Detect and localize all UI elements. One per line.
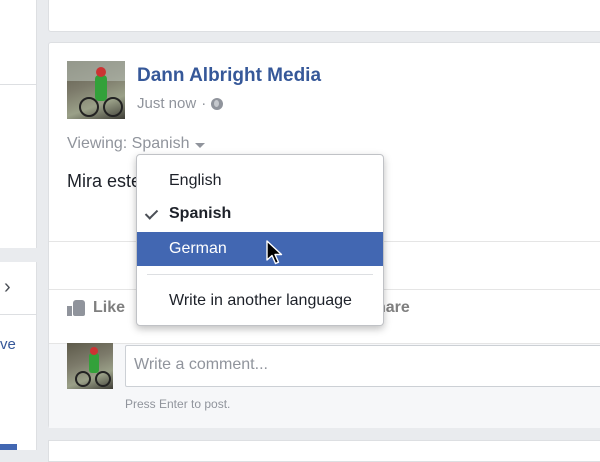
language-dropdown-menu: English Spanish German Write in another … <box>136 154 384 326</box>
menu-separator <box>147 274 373 275</box>
chevron-right-icon[interactable]: › <box>4 276 11 299</box>
viewing-label: Viewing: <box>67 135 128 152</box>
menu-item-english[interactable]: English <box>137 164 383 198</box>
checkmark-icon <box>144 206 159 220</box>
mouse-cursor-icon <box>266 240 283 265</box>
left-card-top <box>0 0 37 248</box>
author-name[interactable]: Dann Albright Media <box>137 65 321 87</box>
meta-separator: · <box>201 95 207 112</box>
left-column: › ve <box>0 0 37 450</box>
author-avatar[interactable] <box>67 61 125 119</box>
menu-item-other-language[interactable]: Write in another language <box>137 284 383 318</box>
like-label: Like <box>93 299 126 316</box>
post-meta: Just now · <box>137 95 224 112</box>
post-text: Mira este video <box>67 171 139 191</box>
truncated-button[interactable] <box>0 444 17 450</box>
divider <box>0 84 36 85</box>
post-timestamp[interactable]: Just now <box>137 95 196 112</box>
viewing-language[interactable]: Spanish <box>132 135 190 153</box>
next-post-card <box>48 440 600 462</box>
like-button[interactable]: Like <box>67 299 125 317</box>
globe-icon[interactable] <box>211 97 224 110</box>
language-selector[interactable]: Viewing: Spanish <box>67 135 206 153</box>
divider <box>0 314 36 315</box>
menu-item-label: English <box>169 172 222 189</box>
comment-hint: Press Enter to post. <box>125 397 231 411</box>
commenter-avatar[interactable] <box>67 343 113 389</box>
comment-input[interactable]: Write a comment... <box>125 345 600 387</box>
menu-item-label: Spanish <box>169 205 232 222</box>
truncated-link[interactable]: ve <box>0 336 16 353</box>
menu-item-german[interactable]: German <box>137 232 383 266</box>
caret-down-icon[interactable] <box>195 142 206 148</box>
menu-item-label: Write in another language <box>169 292 352 309</box>
menu-item-label: German <box>169 240 227 257</box>
menu-item-spanish[interactable]: Spanish <box>137 197 383 231</box>
thumbs-up-icon <box>67 300 85 316</box>
previous-post-card <box>48 0 600 32</box>
